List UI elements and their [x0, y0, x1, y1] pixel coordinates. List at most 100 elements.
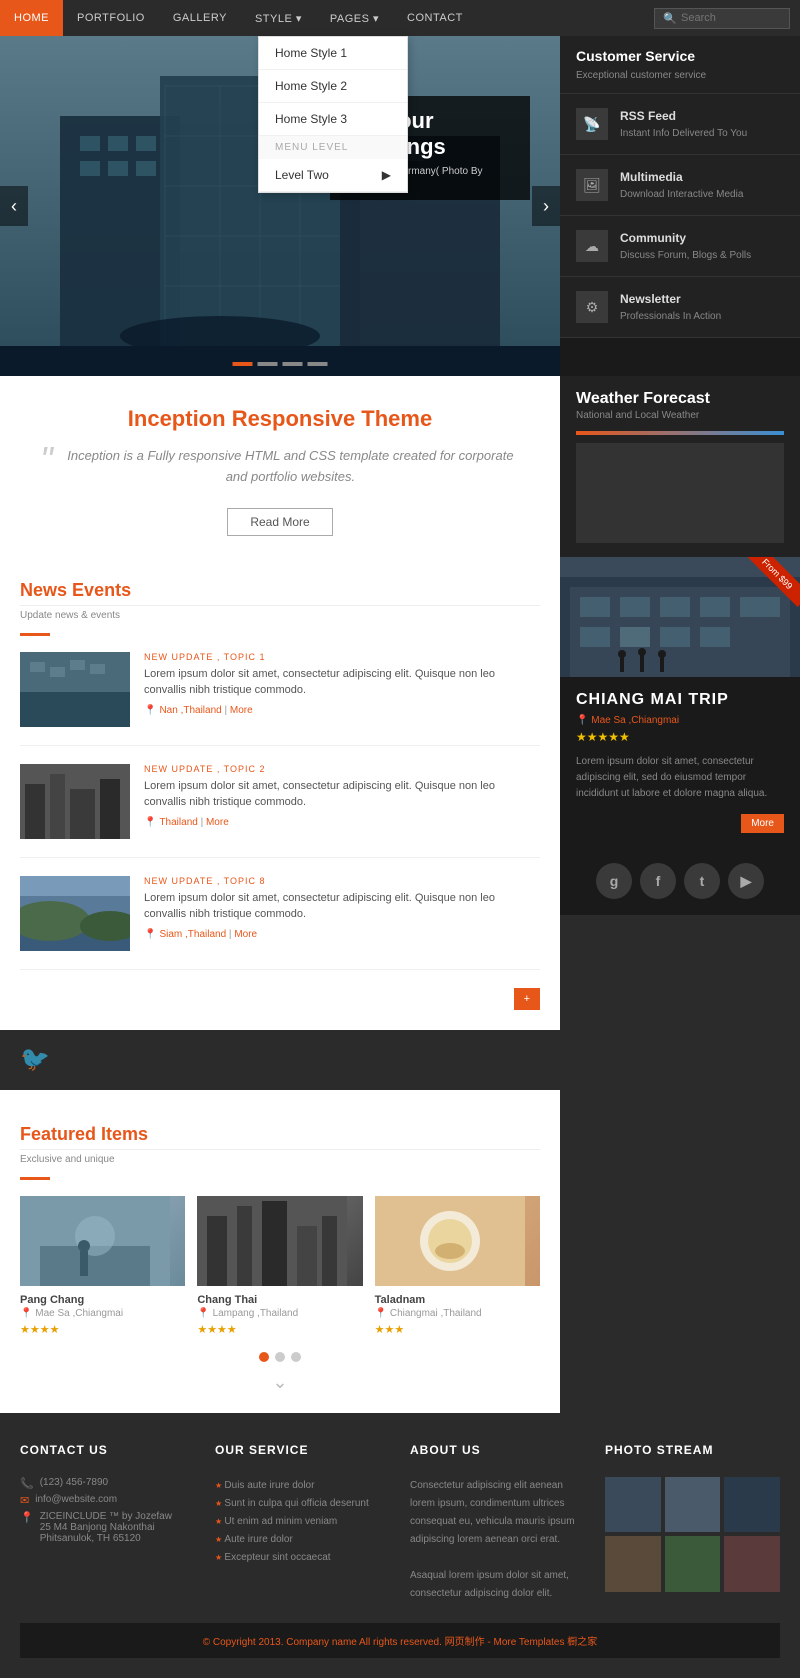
- news-thumb-2: [20, 764, 130, 839]
- dark-divider: 🐦: [0, 1030, 560, 1090]
- featured-stars-1: ★★★★: [20, 1323, 185, 1336]
- footer: CONTACT US 📞 (123) 456-7890 ✉ info@websi…: [0, 1413, 800, 1678]
- featured-thumb-1: [20, 1196, 185, 1286]
- footer-photo-col: PHOTO STREAM: [605, 1443, 780, 1603]
- footer-grid: CONTACT US 📞 (123) 456-7890 ✉ info@websi…: [20, 1443, 780, 1603]
- hero-dot-2[interactable]: [258, 362, 278, 366]
- footer-about-text: Consectetur adipiscing elit aenean lorem…: [410, 1477, 585, 1603]
- carousel-dot-2[interactable]: [275, 1352, 285, 1362]
- photo-stream-item[interactable]: [605, 1477, 661, 1533]
- travel-card: From $99 CHIANG MAI TRIP 📍 Mae Sa ,Chian…: [560, 557, 800, 915]
- photo-stream-item[interactable]: [665, 1477, 721, 1533]
- news-more-2[interactable]: More: [206, 817, 229, 828]
- featured-title: Featured Items: [20, 1110, 540, 1150]
- news-item-3: NEW UPDATE , TOPIC 8 Lorem ipsum dolor s…: [20, 876, 540, 970]
- news-tag-3: NEW UPDATE , TOPIC 8: [144, 876, 540, 886]
- carousel-dot-1[interactable]: [259, 1352, 269, 1362]
- hero-prev-button[interactable]: ‹: [0, 186, 28, 226]
- featured-grid: Pang Chang 📍 Mae Sa ,Chiangmai ★★★★: [20, 1196, 540, 1336]
- dropdown-item-1[interactable]: Home Style 1: [259, 37, 407, 70]
- news-tag-1: NEW UPDATE , TOPIC 1: [144, 652, 540, 662]
- news-underline: [20, 633, 50, 636]
- style-dropdown: Home Style 1 Home Style 2 Home Style 3 M…: [258, 36, 408, 193]
- carousel-dot-3[interactable]: [291, 1352, 301, 1362]
- footer-contact-col: CONTACT US 📞 (123) 456-7890 ✉ info@websi…: [20, 1443, 195, 1603]
- photo-stream-item[interactable]: [724, 1536, 780, 1592]
- search-input[interactable]: [681, 12, 781, 24]
- news-thumb-3: [20, 876, 130, 951]
- news-more-3[interactable]: More: [234, 929, 257, 940]
- hero-dot-1[interactable]: [233, 362, 253, 366]
- dropdown-item-2[interactable]: Home Style 2: [259, 70, 407, 103]
- sidebar-link-multimedia[interactable]: 🖼 Multimedia Download Interactive Media: [560, 155, 800, 216]
- community-subtitle: Discuss Forum, Blogs & Polls: [620, 250, 751, 261]
- travel-more: More: [576, 814, 784, 833]
- carousel-dots: [20, 1352, 540, 1362]
- hero-next-button[interactable]: ›: [532, 186, 560, 226]
- dropdown-separator: MENU LEVEL: [259, 136, 407, 159]
- featured-stars-3: ★★★: [375, 1323, 540, 1336]
- read-more-button[interactable]: Read More: [227, 508, 332, 536]
- photo-stream-item[interactable]: [605, 1536, 661, 1592]
- multimedia-icon: 🖼: [576, 169, 608, 201]
- footer-about-col: ABOUT US Consectetur adipiscing elit aen…: [410, 1443, 585, 1603]
- nav-portfolio[interactable]: PORTFOLIO: [63, 0, 159, 36]
- community-title: Community: [620, 231, 751, 245]
- right-column: Weather Forecast National and Local Weat…: [560, 376, 800, 1413]
- dropdown-item-3[interactable]: Home Style 3: [259, 103, 407, 136]
- quote-mark-icon: ": [40, 442, 53, 478]
- customer-service-title: Customer Service: [576, 48, 784, 64]
- footer-contact-title: CONTACT US: [20, 1443, 195, 1463]
- copyright-text: © Copyright 2013. Company name All right…: [203, 1637, 598, 1648]
- hero-dot-4[interactable]: [308, 362, 328, 366]
- featured-item-3: Taladnam 📍 Chiangmai ,Thailand ★★★: [375, 1196, 540, 1336]
- dropdown-item-level2[interactable]: Level Two ▶: [259, 159, 407, 192]
- newsletter-icon: ⚙: [576, 291, 608, 323]
- sidebar-link-newsletter[interactable]: ⚙ Newsletter Professionals In Action: [560, 277, 800, 338]
- featured-subtitle: Exclusive and unique: [20, 1154, 540, 1165]
- service-item-5: Excepteur sint occaecat: [215, 1549, 390, 1567]
- sidebar-link-community[interactable]: ☁ Community Discuss Forum, Blogs & Polls: [560, 216, 800, 277]
- news-meta-3: 📍Siam ,Thailand | More: [144, 929, 540, 940]
- featured-section: Featured Items Exclusive and unique: [0, 1090, 560, 1413]
- intro-title: Inception Responsive Theme: [40, 406, 520, 432]
- sidebar-link-rss[interactable]: 📡 RSS Feed Instant Info Delivered To You: [560, 94, 800, 155]
- twitter-button[interactable]: t: [684, 863, 720, 899]
- footer-phone: 📞 (123) 456-7890: [20, 1477, 195, 1490]
- nav-style[interactable]: STYLE ▾: [241, 0, 316, 36]
- featured-name-3: Taladnam: [375, 1294, 540, 1306]
- travel-more-button[interactable]: More: [741, 814, 784, 833]
- news-text-1: Lorem ipsum dolor sit amet, consectetur …: [144, 666, 540, 699]
- news-item-2: NEW UPDATE , TOPIC 2 Lorem ipsum dolor s…: [20, 764, 540, 858]
- service-item-4: Aute irure dolor: [215, 1531, 390, 1549]
- address-icon: 📍: [20, 1511, 34, 1544]
- scroll-arrow: ⌄: [20, 1372, 540, 1393]
- sidebar-links: 📡 RSS Feed Instant Info Delivered To You…: [560, 94, 800, 338]
- more-news-button[interactable]: +: [514, 988, 540, 1010]
- footer-service-title: OUR SERVICE: [215, 1443, 390, 1463]
- news-more-1[interactable]: More: [230, 705, 253, 716]
- nav-pages[interactable]: PAGES ▾: [316, 0, 393, 36]
- nav-contact[interactable]: CONTACT: [393, 0, 477, 36]
- google-plus-button[interactable]: g: [596, 863, 632, 899]
- travel-stars: ★★★★★: [576, 730, 784, 744]
- featured-name-1: Pang Chang: [20, 1294, 185, 1306]
- weather-content: [576, 443, 784, 543]
- service-item-3: Ut enim ad minim veniam: [215, 1513, 390, 1531]
- youtube-button[interactable]: ▶: [728, 863, 764, 899]
- newsletter-subtitle: Professionals In Action: [620, 311, 721, 322]
- rss-subtitle: Instant Info Delivered To You: [620, 128, 747, 139]
- footer-bottom: © Copyright 2013. Company name All right…: [20, 1623, 780, 1658]
- travel-location: 📍 Mae Sa ,Chiangmai: [576, 715, 784, 726]
- nav-home[interactable]: HOME: [0, 0, 63, 36]
- featured-item-2: Chang Thai 📍 Lampang ,Thailand ★★★★: [197, 1196, 362, 1336]
- photo-stream-item[interactable]: [665, 1536, 721, 1592]
- hero-dot-3[interactable]: [283, 362, 303, 366]
- nav-gallery[interactable]: GALLERY: [159, 0, 241, 36]
- travel-badge: From $99: [761, 557, 795, 591]
- photo-stream-item[interactable]: [724, 1477, 780, 1533]
- email-icon: ✉: [20, 1494, 29, 1507]
- news-content-2: NEW UPDATE , TOPIC 2 Lorem ipsum dolor s…: [144, 764, 540, 839]
- weather-section: Weather Forecast National and Local Weat…: [560, 376, 800, 557]
- facebook-button[interactable]: f: [640, 863, 676, 899]
